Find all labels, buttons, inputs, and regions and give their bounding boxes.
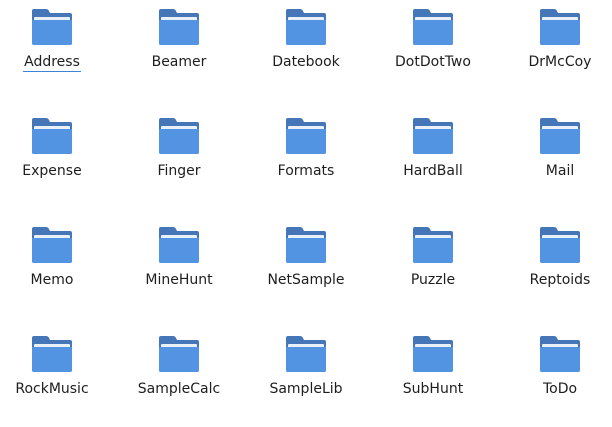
folder-label: Datebook: [272, 54, 340, 70]
folder-item[interactable]: SampleCalc: [119, 327, 239, 427]
folder-label: DotDotTwo: [395, 54, 471, 70]
folder-icon: [412, 335, 454, 373]
folder-label: DrMcCoy: [528, 54, 592, 70]
folder-icon: [285, 226, 327, 264]
folder-label: Beamer: [151, 54, 207, 70]
folder-item[interactable]: DotDotTwo: [373, 0, 493, 100]
folder-icon: [31, 117, 73, 155]
folder-label: SampleCalc: [137, 381, 221, 397]
folder-item[interactable]: DrMcCoy: [500, 0, 612, 100]
folder-label: RockMusic: [15, 381, 89, 397]
folder-icon: [158, 117, 200, 155]
folder-label: Puzzle: [410, 272, 456, 288]
folder-item[interactable]: Address: [0, 0, 112, 100]
folder-icon: [158, 226, 200, 264]
folder-icon: [539, 335, 581, 373]
folder-item[interactable]: MineHunt: [119, 218, 239, 318]
folder-icon: [412, 8, 454, 46]
folder-icon: [31, 335, 73, 373]
folder-label: Formats: [277, 163, 335, 179]
folder-icon: [285, 117, 327, 155]
folder-grid: Address Beamer Datebook DotDotTwo DrMcCoy Exp…: [0, 0, 612, 406]
folder-item[interactable]: HardBall: [373, 109, 493, 209]
folder-item[interactable]: SubHunt: [373, 327, 493, 427]
folder-label: Expense: [22, 163, 82, 179]
folder-item[interactable]: SampleLib: [246, 327, 366, 427]
folder-icon: [158, 8, 200, 46]
folder-item[interactable]: NetSample: [246, 218, 366, 318]
folder-item[interactable]: Mail: [500, 109, 612, 209]
folder-item[interactable]: Datebook: [246, 0, 366, 100]
folder-icon: [539, 226, 581, 264]
folder-icon: [31, 226, 73, 264]
folder-label: ToDo: [542, 381, 578, 397]
folder-icon: [158, 335, 200, 373]
folder-label: SubHunt: [402, 381, 464, 397]
folder-item[interactable]: ToDo: [500, 327, 612, 427]
folder-item[interactable]: Finger: [119, 109, 239, 209]
folder-label: NetSample: [267, 272, 345, 288]
folder-label: MineHunt: [145, 272, 213, 288]
folder-label: Reptoids: [529, 272, 591, 288]
folder-icon: [539, 8, 581, 46]
folder-label: Address: [23, 54, 81, 72]
folder-item[interactable]: Reptoids: [500, 218, 612, 318]
folder-icon: [539, 117, 581, 155]
folder-icon: [412, 117, 454, 155]
folder-item[interactable]: Beamer: [119, 0, 239, 100]
folder-label: Finger: [157, 163, 201, 179]
folder-icon: [285, 8, 327, 46]
folder-icon: [31, 8, 73, 46]
folder-item[interactable]: Formats: [246, 109, 366, 209]
folder-label: Memo: [30, 272, 74, 288]
folder-item[interactable]: Memo: [0, 218, 112, 318]
folder-item[interactable]: RockMusic: [0, 327, 112, 427]
folder-icon: [285, 335, 327, 373]
folder-label: SampleLib: [269, 381, 343, 397]
folder-icon: [412, 226, 454, 264]
folder-label: Mail: [545, 163, 575, 179]
folder-item[interactable]: Expense: [0, 109, 112, 209]
folder-label: HardBall: [403, 163, 463, 179]
folder-item[interactable]: Puzzle: [373, 218, 493, 318]
